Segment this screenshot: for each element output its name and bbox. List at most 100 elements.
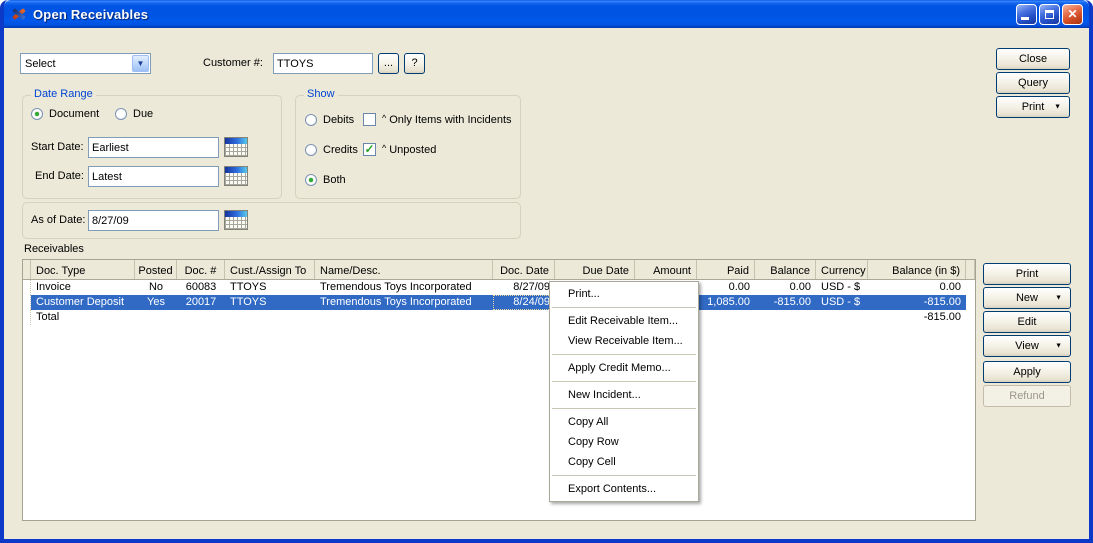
table-cell[interactable]: Invoice (31, 280, 135, 295)
radio-icon (115, 108, 127, 120)
start-date-calendar-button[interactable] (224, 137, 248, 157)
menu-item-copy-cell[interactable]: Copy Cell (550, 452, 698, 472)
col-balance[interactable]: Balance (755, 260, 816, 279)
customer-help-button[interactable]: ? (404, 53, 425, 74)
chevron-down-icon: ▼ (132, 55, 149, 72)
calendar-grid (225, 144, 247, 156)
app-icon (11, 6, 27, 22)
menu-separator (552, 381, 696, 382)
date-range-title: Date Range (31, 88, 96, 100)
col-doc-number[interactable]: Doc. # (177, 260, 225, 279)
table-cell (493, 310, 555, 325)
row-spacer (966, 310, 975, 325)
table-cell[interactable]: Yes (135, 295, 177, 310)
edit-button[interactable]: Edit (983, 311, 1071, 333)
table-cell[interactable]: TTOYS (225, 280, 315, 295)
end-date-input[interactable] (88, 166, 219, 187)
maximize-button[interactable] (1039, 3, 1060, 25)
titlebar: Open Receivables ✕ (4, 0, 1089, 28)
menu-separator (552, 408, 696, 409)
menu-item-copy-row[interactable]: Copy Row (550, 432, 698, 452)
table-cell (135, 310, 177, 325)
table-header: Doc. Type Posted Doc. # Cust./Assign To … (23, 260, 975, 280)
table-cell[interactable]: 0.00 (697, 280, 755, 295)
print-side-button[interactable]: Print (983, 263, 1071, 285)
col-name-desc[interactable]: Name/Desc. (315, 260, 493, 279)
view-button-label: View (1015, 340, 1039, 352)
customer-number-label: Customer #: (203, 57, 263, 69)
due-radio-label: Due (133, 108, 154, 120)
col-posted[interactable]: Posted (135, 260, 177, 279)
dropdown-arrow-icon: ▼ (1055, 342, 1062, 350)
as-of-date-input[interactable] (88, 210, 219, 231)
table-row-selected[interactable]: Customer Deposit Yes 20017 TTOYS Tremend… (23, 295, 975, 310)
end-date-calendar-button[interactable] (224, 166, 248, 186)
start-date-label: Start Date: (31, 141, 84, 153)
close-button[interactable]: Close (996, 48, 1070, 70)
minimize-button[interactable] (1016, 3, 1037, 25)
credits-radio-label: Credits (323, 144, 358, 156)
table-cell-focused[interactable]: 8/24/09 (493, 295, 555, 310)
table-cell (225, 310, 315, 325)
table-cell[interactable]: Customer Deposit (31, 295, 135, 310)
table-cell[interactable]: TTOYS (225, 295, 315, 310)
table-row[interactable]: Invoice No 60083 TTOYS Tremendous Toys I… (23, 280, 975, 295)
start-date-input[interactable] (88, 137, 219, 158)
new-button[interactable]: New ▼ (983, 287, 1071, 309)
document-radio[interactable]: Document (31, 108, 99, 120)
col-cust-assign-to[interactable]: Cust./Assign To (225, 260, 315, 279)
table-cell[interactable]: Tremendous Toys Incorporated (315, 280, 493, 295)
receivables-label: Receivables (24, 243, 84, 255)
menu-item-edit-receivable-item[interactable]: Edit Receivable Item... (550, 311, 698, 331)
table-cell[interactable]: No (135, 280, 177, 295)
only-items-with-incidents-checkbox[interactable]: ^ Only Items with Incidents (363, 113, 512, 126)
menu-item-copy-all[interactable]: Copy All (550, 412, 698, 432)
print-menu-button[interactable]: Print ▼ (996, 96, 1070, 118)
menu-item-export-contents[interactable]: Export Contents... (550, 479, 698, 499)
col-currency[interactable]: Currency (816, 260, 868, 279)
table-cell: Total (36, 311, 60, 323)
col-amount[interactable]: Amount (635, 260, 697, 279)
caret-mark: ^ (382, 142, 387, 153)
menu-item-apply-credit-memo[interactable]: Apply Credit Memo... (550, 358, 698, 378)
col-paid[interactable]: Paid (697, 260, 755, 279)
both-radio[interactable]: Both (305, 174, 346, 186)
dropdown-arrow-icon: ▼ (1055, 294, 1062, 302)
table-cell[interactable]: 0.00 (868, 280, 966, 295)
table-cell[interactable]: 60083 (177, 280, 225, 295)
checkbox-icon (363, 113, 376, 126)
col-doc-type[interactable]: Doc. Type (31, 260, 135, 279)
debits-radio[interactable]: Debits (305, 114, 354, 126)
credits-radio[interactable]: Credits (305, 144, 358, 156)
due-radio[interactable]: Due (115, 108, 153, 120)
radio-icon (305, 174, 317, 186)
query-button[interactable]: Query (996, 72, 1070, 94)
table-cell[interactable]: -815.00 (755, 295, 816, 310)
customer-number-input[interactable] (273, 53, 373, 74)
table-cell[interactable]: Tremendous Toys Incorporated (315, 295, 493, 310)
select-combobox[interactable]: Select ▼ (20, 53, 151, 74)
close-window-button[interactable]: ✕ (1062, 3, 1083, 25)
table-cell[interactable]: 1,085.00 (697, 295, 755, 310)
col-due-date[interactable]: Due Date (555, 260, 635, 279)
as-of-date-label: As of Date: (31, 214, 86, 226)
table-cell[interactable]: 8/27/09 (493, 280, 555, 295)
col-balance-in-dollars[interactable]: Balance (in $) (868, 260, 966, 279)
as-of-date-calendar-button[interactable] (224, 210, 248, 230)
table-cell[interactable]: 20017 (177, 295, 225, 310)
apply-button[interactable]: Apply (983, 361, 1071, 383)
table-cell[interactable]: USD - $ (816, 295, 868, 310)
menu-item-print[interactable]: Print... (550, 284, 698, 304)
minimize-icon (1020, 17, 1029, 20)
table-cell[interactable]: USD - $ (816, 280, 868, 295)
menu-item-view-receivable-item[interactable]: View Receivable Item... (550, 331, 698, 351)
table-cell[interactable]: 0.00 (755, 280, 816, 295)
caret-mark: ^ (382, 112, 387, 123)
end-date-label: End Date: (35, 170, 84, 182)
col-doc-date[interactable]: Doc. Date (493, 260, 555, 279)
unposted-checkbox[interactable]: ✓ ^ Unposted (363, 143, 436, 156)
menu-item-new-incident[interactable]: New Incident... (550, 385, 698, 405)
customer-browse-button[interactable]: ... (378, 53, 399, 74)
table-cell[interactable]: -815.00 (868, 295, 966, 310)
view-button[interactable]: View ▼ (983, 335, 1071, 357)
